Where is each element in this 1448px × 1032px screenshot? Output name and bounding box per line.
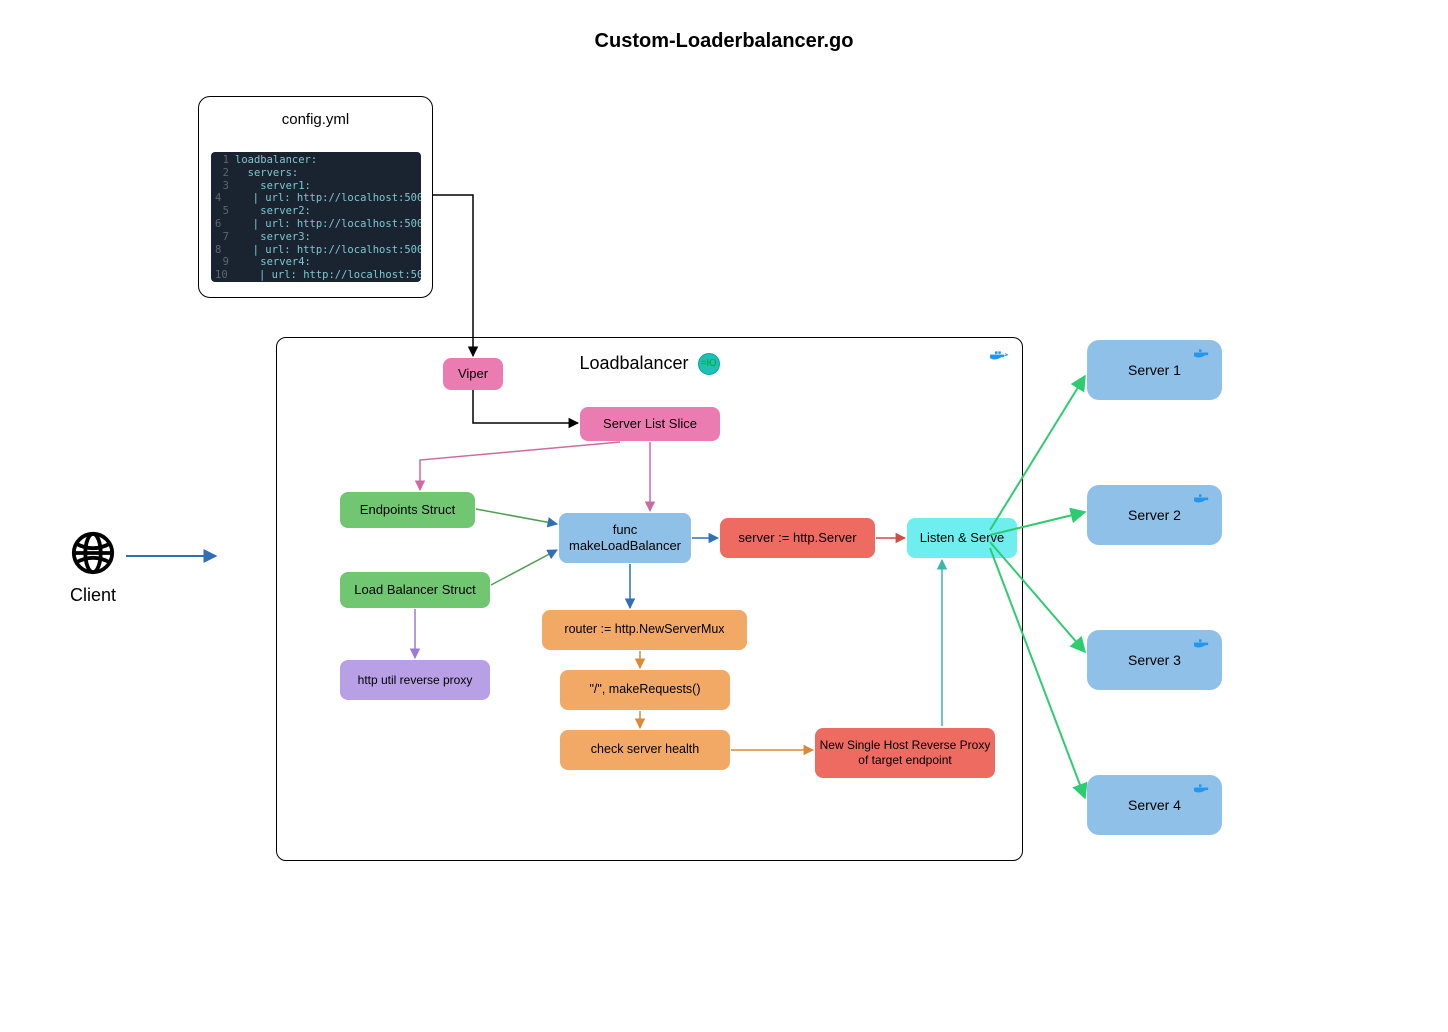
server-4: Server 4 — [1087, 775, 1222, 835]
listen-serve-node: Listen & Serve — [907, 518, 1017, 558]
loadbalancer-title-text: Loadbalancer — [579, 353, 688, 373]
check-health-node: check server health — [560, 730, 730, 770]
server-4-label: Server 4 — [1128, 797, 1181, 813]
server-2: Server 2 — [1087, 485, 1222, 545]
server-3-label: Server 3 — [1128, 652, 1181, 668]
lb-struct-node: Load Balancer Struct — [340, 572, 490, 608]
docker-icon — [1194, 346, 1214, 360]
new-single-proxy-node: New Single Host Reverse Proxy of target … — [815, 728, 995, 778]
diagram-title: Custom-Loaderbalancer.go — [0, 30, 1448, 53]
config-code: 1loadbalancer:2 servers:3 server1:4 | ur… — [211, 152, 421, 282]
docker-icon — [1194, 491, 1214, 505]
server-2-label: Server 2 — [1128, 507, 1181, 523]
docker-icon — [1194, 636, 1214, 650]
make-req-node: "/", makeRequests() — [560, 670, 730, 710]
loadbalancer-title: Loadbalancer =Ю — [277, 353, 1022, 375]
docker-icon — [1194, 781, 1214, 795]
client-label: Client — [70, 585, 116, 606]
go-icon: =Ю — [698, 353, 720, 375]
server-list-node: Server List Slice — [580, 407, 720, 441]
server-3: Server 3 — [1087, 630, 1222, 690]
reverse-proxy-node: http util reverse proxy — [340, 660, 490, 700]
make-lb-node: func makeLoadBalancer — [559, 513, 691, 563]
router-node: router := http.NewServerMux — [542, 610, 747, 650]
docker-icon — [990, 348, 1010, 362]
http-server-node: server := http.Server — [720, 518, 875, 558]
client-block: Client — [70, 530, 116, 606]
globe-icon — [70, 530, 116, 576]
config-box: config.yml 1loadbalancer:2 servers:3 ser… — [198, 96, 433, 298]
server-1-label: Server 1 — [1128, 362, 1181, 378]
endpoints-node: Endpoints Struct — [340, 492, 475, 528]
viper-node: Viper — [443, 358, 503, 390]
config-title: config.yml — [199, 111, 432, 128]
server-1: Server 1 — [1087, 340, 1222, 400]
